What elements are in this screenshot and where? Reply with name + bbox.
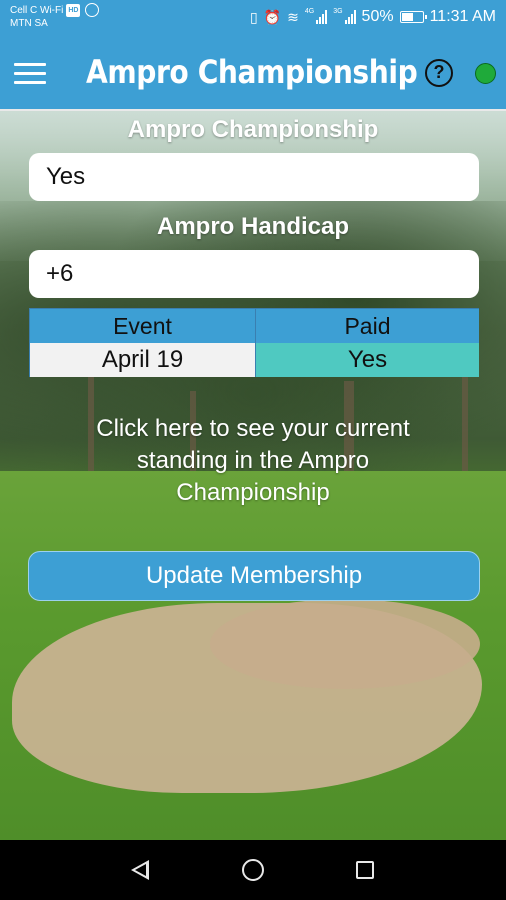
- network-4g-label: 4G: [304, 8, 315, 15]
- signal-icon-2: [344, 10, 356, 24]
- vibrate-icon: ▯: [249, 8, 258, 25]
- standing-link[interactable]: Click here to see your current standing …: [70, 413, 436, 509]
- network-3g-label: 3G: [333, 8, 343, 15]
- wifi-icon: ≋: [287, 8, 299, 25]
- menu-icon[interactable]: [14, 63, 46, 85]
- status-bar: Cell C Wi-Fi HD MTN SA ▯ ⏰ ≋ 4G 3G 50% 1…: [0, 0, 506, 35]
- recent-apps-icon[interactable]: [356, 861, 374, 879]
- whatsapp-icon: [85, 3, 100, 17]
- battery-percent: 50%: [361, 8, 394, 25]
- carrier-line-2: MTN SA: [10, 18, 48, 29]
- carrier-info: Cell C Wi-Fi HD MTN SA: [10, 3, 100, 30]
- status-icons: ▯ ⏰ ≋ 4G 3G 50% 11:31 AM: [250, 8, 496, 26]
- signal-icon-1: [316, 10, 328, 24]
- handicap-label: Ampro Handicap: [156, 213, 350, 240]
- table-cell-paid: Yes: [255, 343, 479, 377]
- app-bar: Ampro Championship ?: [0, 35, 506, 111]
- hd-badge: HD: [66, 3, 81, 17]
- alarm-icon: ⏰: [263, 8, 282, 25]
- championship-label: Ampro Championship: [127, 116, 379, 143]
- events-table: Event Paid April 19 Yes: [29, 308, 479, 377]
- clock: 11:31 AM: [429, 8, 496, 25]
- app-title: Ampro Championship: [86, 53, 418, 91]
- connection-status-dot: [475, 63, 496, 84]
- form-content: Ampro Championship Yes Ampro Handicap +6…: [0, 111, 506, 840]
- main-content: Ampro Championship Yes Ampro Handicap +6…: [0, 111, 506, 840]
- table-cell-event: April 19: [30, 343, 255, 377]
- carrier-line-1: Cell C Wi-Fi: [10, 4, 64, 16]
- battery-icon: [399, 11, 427, 23]
- home-icon[interactable]: [242, 859, 264, 881]
- navigation-bar: [0, 840, 506, 900]
- table-header-event: Event: [30, 309, 255, 343]
- handicap-field[interactable]: +6: [29, 250, 479, 298]
- update-membership-button[interactable]: Update Membership: [28, 551, 480, 601]
- table-header-paid: Paid: [255, 309, 479, 343]
- help-icon[interactable]: ?: [425, 59, 453, 87]
- championship-field[interactable]: Yes: [29, 153, 479, 201]
- back-icon[interactable]: [131, 860, 149, 880]
